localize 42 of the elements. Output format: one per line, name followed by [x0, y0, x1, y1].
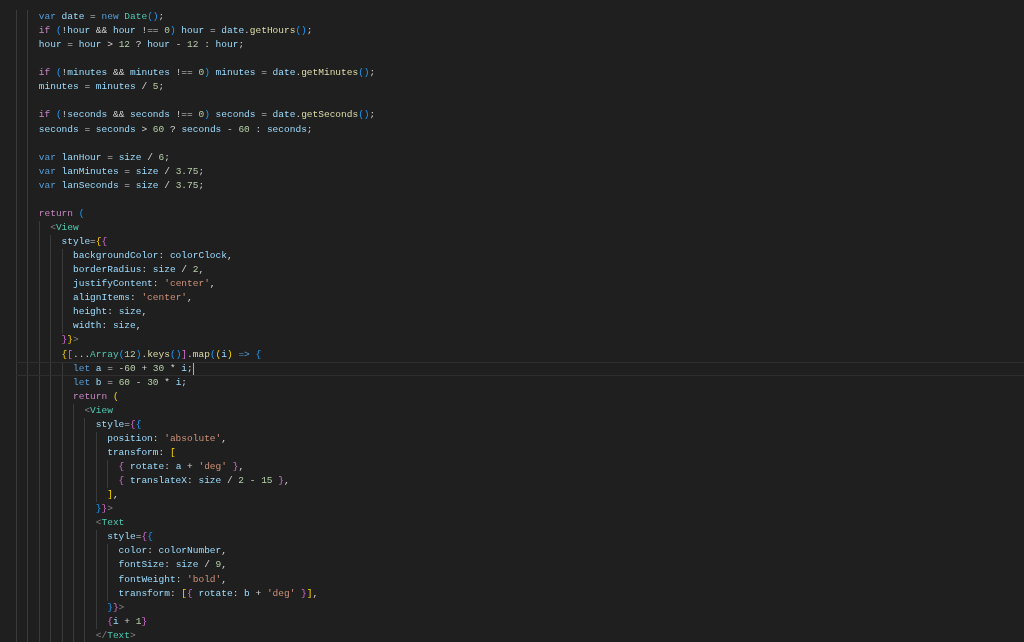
- code-line: <View: [84, 403, 113, 418]
- code-line: var lanMinutes = size / 3.75;: [38, 164, 205, 179]
- code-line: fontWeight: 'bold',: [118, 572, 227, 587]
- code-line: position: 'absolute',: [107, 431, 227, 446]
- code-line: if (!hour && hour !== 0) hour = date.getHours();: [38, 24, 313, 39]
- code-line: <Text: [95, 516, 125, 531]
- code-line: }}>: [95, 502, 113, 517]
- code-line: var lanHour = size / 6;: [38, 150, 170, 165]
- code-line: ],: [107, 488, 119, 503]
- code-line: </Text>: [95, 628, 136, 642]
- code-line: <View: [50, 220, 79, 235]
- code-line: style={{: [61, 235, 108, 249]
- code-line: {i + 1}: [107, 614, 148, 629]
- code-line: alignItems: 'center',: [73, 291, 193, 306]
- code-line: }}>: [107, 600, 125, 615]
- code-line: { rotate: a + 'deg' },: [118, 460, 245, 474]
- code-line: { translateX: size / 2 - 15 },: [118, 474, 290, 489]
- code-line: transform: [{ rotate: b + 'deg' }],: [118, 586, 319, 601]
- code-line: minutes = minutes / 5;: [38, 80, 165, 95]
- code-line: justifyContent: 'center',: [73, 277, 216, 292]
- code-line: {[...Array(12).keys()].map((i) => {: [61, 347, 262, 362]
- code-line: return (: [38, 206, 85, 221]
- code-line: hour = hour > 12 ? hour - 12 : hour;: [38, 38, 245, 53]
- code-line: color: colorNumber,: [118, 544, 227, 559]
- code-line: backgroundColor: colorClock,: [73, 249, 233, 264]
- code-line: if (!minutes && minutes !== 0) minutes = date.getMinutes();: [38, 66, 376, 81]
- code-line: return (: [73, 389, 119, 404]
- code-line: borderRadius: size / 2,: [73, 263, 205, 278]
- code-line: transform: [: [107, 445, 176, 460]
- code-line: style={{: [95, 417, 142, 432]
- code-line: seconds = seconds > 60 ? seconds - 60 : seconds;: [38, 122, 313, 137]
- code-line: let a = -60 + 30 * i;: [73, 362, 193, 375]
- code-line: let b = 60 - 30 * i;: [73, 375, 188, 390]
- code-line: height: size,: [73, 305, 148, 320]
- code-line: }}>: [61, 333, 79, 348]
- code-line: style={{: [107, 530, 153, 545]
- text-cursor: [192, 362, 194, 375]
- code-line: if (!seconds && seconds !== 0) seconds = date.getSeconds();: [38, 108, 376, 123]
- code-line: fontSize: size / 9,: [118, 558, 227, 573]
- code-line: var date = new Date();: [38, 10, 165, 24]
- code-line: width: size,: [73, 319, 142, 334]
- code-line: var lanSeconds = size / 3.75;: [38, 178, 205, 193]
